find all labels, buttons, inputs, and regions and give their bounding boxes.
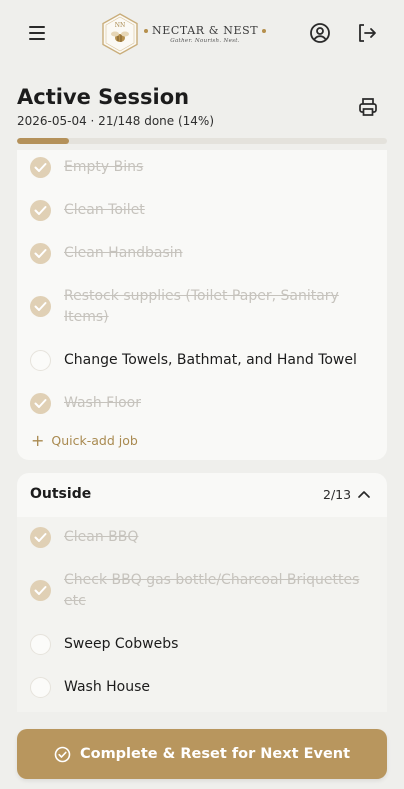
- task-label: Restock supplies (Toilet Paper, Sanitary…: [64, 288, 339, 325]
- check-icon: [34, 533, 47, 542]
- session-meta: 2026-05-04 · 21/148 done (14%): [17, 114, 215, 128]
- plus-icon: +: [31, 430, 45, 450]
- progress-fill: [17, 138, 69, 144]
- quick-add-label: Quick-add job: [51, 433, 138, 448]
- brand-logo[interactable]: NN NECTAR & NEST Gather. Nourish. Nest.: [100, 11, 267, 57]
- check-icon: [34, 586, 47, 595]
- brand-tagline: Gather. Nourish. Nest.: [170, 38, 240, 44]
- section-title: Outside: [30, 486, 92, 502]
- checkbox-unchecked[interactable]: [30, 677, 51, 698]
- checkbox-checked[interactable]: [30, 296, 51, 317]
- check-icon: [34, 249, 47, 258]
- check-circle-icon: [54, 746, 71, 762]
- task-item[interactable]: Change Towels, Bathmat, and Hand Towel: [17, 350, 387, 371]
- checkbox-checked[interactable]: [30, 243, 51, 264]
- checkbox-checked[interactable]: [30, 580, 51, 601]
- brand-name: NECTAR & NEST: [144, 24, 267, 37]
- task-label: Check BBQ gas bottle/Charcoal Briquettes…: [64, 572, 360, 609]
- task-label: Sweep Cobwebs: [64, 636, 179, 652]
- task-label: Clean BBQ: [64, 529, 139, 545]
- task-item[interactable]: Wash Floor: [17, 393, 387, 414]
- check-icon: [34, 163, 47, 172]
- task-label: Empty Bins: [64, 159, 144, 175]
- menu-icon[interactable]: [26, 22, 50, 44]
- hexagon-bee-logo-icon: NN: [102, 13, 138, 55]
- checkbox-checked[interactable]: [30, 393, 51, 414]
- section-card: Empty Bins Clean Toilet Clean Handbasin …: [17, 150, 387, 460]
- task-item[interactable]: Clean Handbasin: [17, 243, 387, 264]
- checkbox-checked[interactable]: [30, 527, 51, 548]
- complete-reset-label: Complete & Reset for Next Event: [79, 746, 351, 762]
- section-header[interactable]: Outside 2/13: [17, 473, 387, 517]
- complete-reset-button[interactable]: Complete & Reset for Next Event: [17, 729, 387, 779]
- quick-add-button[interactable]: + Quick-add job: [31, 430, 138, 450]
- task-label: Clean Toilet: [64, 202, 145, 218]
- top-bar: NN NECTAR & NEST Gather. Nourish. Nest.: [0, 0, 404, 72]
- task-item[interactable]: Sweep Cobwebs: [17, 634, 387, 655]
- task-item[interactable]: Wash House: [17, 677, 387, 698]
- section-card-outside: Outside 2/13 Clean BBQ Check BBQ gas bot…: [17, 473, 387, 712]
- check-icon: [34, 399, 47, 408]
- svg-text:NN: NN: [115, 22, 126, 29]
- logout-icon[interactable]: [355, 21, 379, 45]
- task-item[interactable]: Clean BBQ: [17, 527, 387, 548]
- section-count: 2/13: [323, 487, 352, 502]
- task-label: Wash House: [64, 679, 151, 695]
- check-icon: [34, 302, 47, 311]
- checkbox-unchecked[interactable]: [30, 634, 51, 655]
- progress-bar: [17, 138, 387, 144]
- task-label: Clean Handbasin: [64, 245, 183, 261]
- task-item[interactable]: Restock supplies (Toilet Paper, Sanitary…: [17, 286, 387, 328]
- task-list-scroll-area[interactable]: Empty Bins Clean Toilet Clean Handbasin …: [0, 150, 404, 712]
- chevron-up-icon[interactable]: [357, 489, 371, 499]
- user-icon[interactable]: [308, 21, 332, 45]
- task-item[interactable]: Clean Toilet: [17, 200, 387, 221]
- checkbox-unchecked[interactable]: [30, 350, 51, 371]
- task-item[interactable]: Empty Bins: [17, 157, 387, 178]
- task-item[interactable]: Check BBQ gas bottle/Charcoal Briquettes…: [17, 570, 387, 612]
- section-body: Clean BBQ Check BBQ gas bottle/Charcoal …: [17, 517, 387, 712]
- task-label: Wash Floor: [64, 395, 141, 411]
- page-title: Active Session: [17, 85, 190, 109]
- dot-icon: [144, 28, 148, 33]
- dot-icon: [262, 28, 267, 33]
- print-icon[interactable]: [357, 96, 379, 118]
- bottom-action-bar: Complete & Reset for Next Event: [0, 712, 404, 789]
- task-label: Change Towels, Bathmat, and Hand Towel: [64, 352, 357, 368]
- checkbox-checked[interactable]: [30, 200, 51, 221]
- check-icon: [34, 206, 47, 215]
- checkbox-checked[interactable]: [30, 157, 51, 178]
